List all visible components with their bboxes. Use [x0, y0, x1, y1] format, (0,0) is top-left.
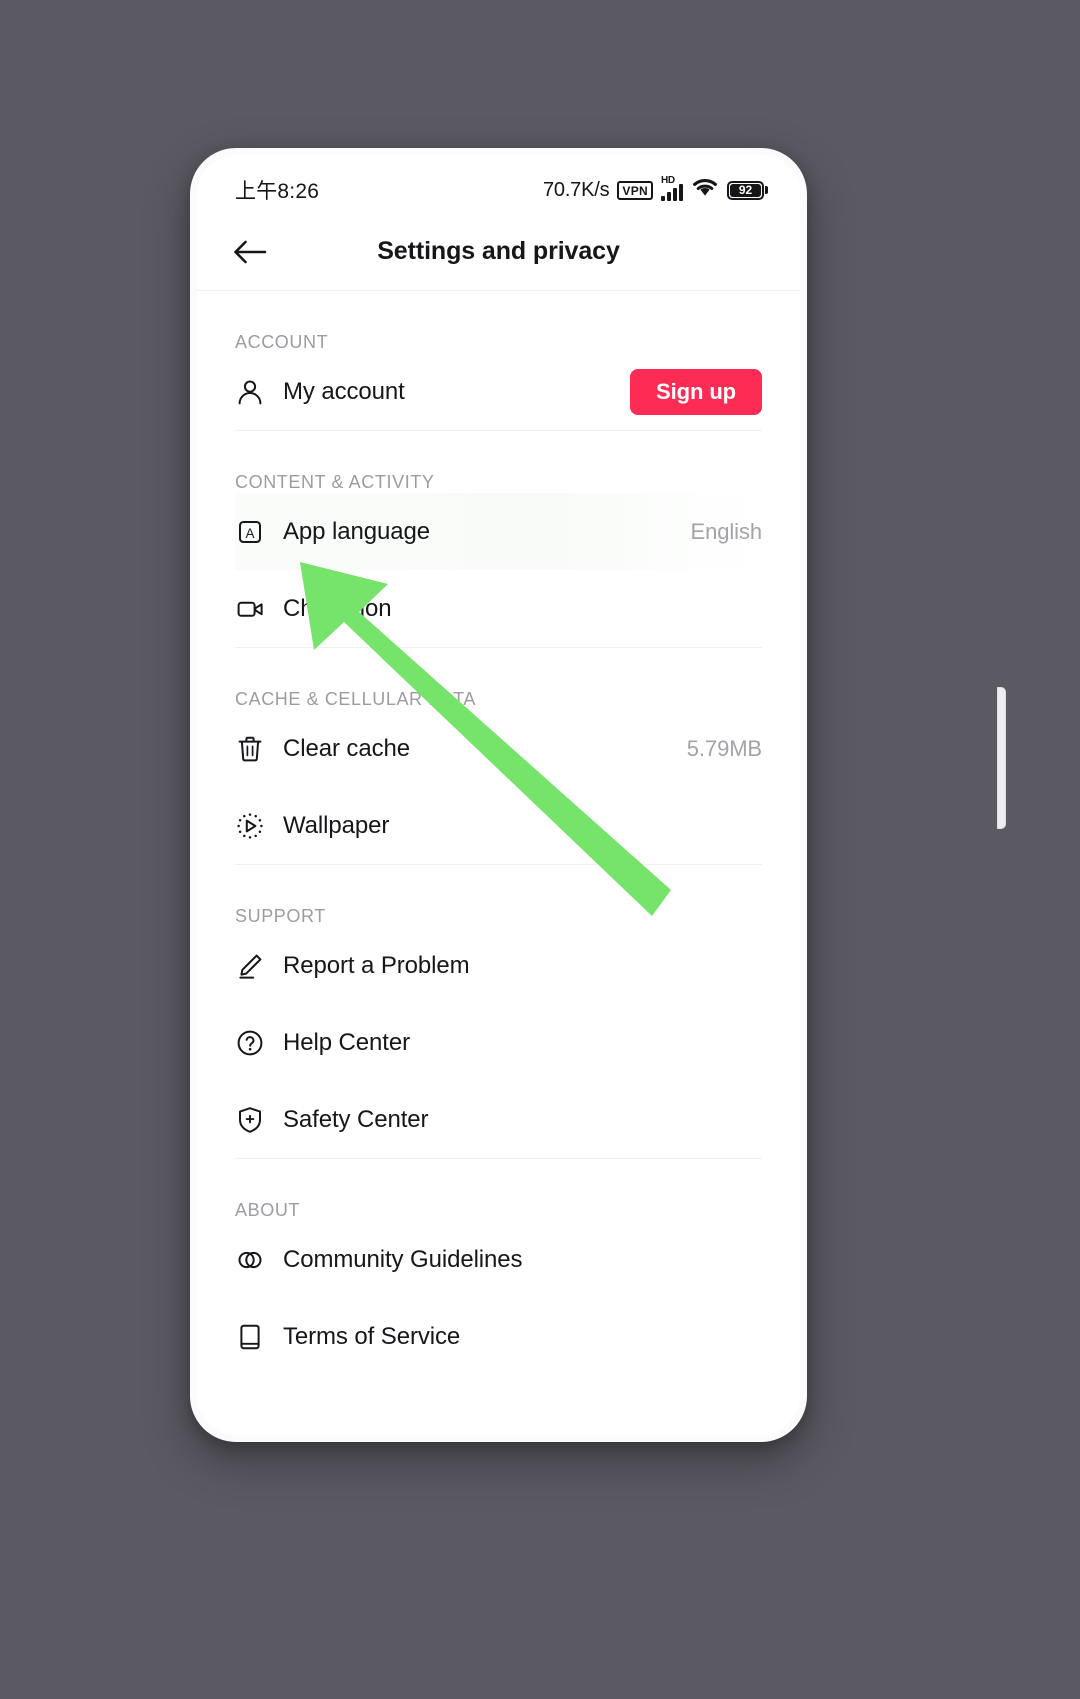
trash-icon — [235, 734, 281, 764]
signal-bar-1 — [661, 196, 665, 201]
row-terms-of-service[interactable]: Terms of Service — [235, 1298, 762, 1375]
status-bar: 上午8:26 70.7K/s VPN HD 92 — [197, 155, 800, 213]
row-help-center[interactable]: Help Center — [235, 1004, 762, 1081]
row-label-change-video-region: Chan gion — [283, 594, 392, 622]
row-value-clear-cache: 5.79MB — [686, 735, 762, 761]
person-icon — [235, 377, 281, 407]
section-header-cache-cellular: CACHE & CELLULAR DATA — [235, 689, 476, 709]
hd-icon: HD — [661, 175, 675, 186]
row-report-a-problem[interactable]: Report a Problem — [235, 927, 762, 1004]
video-camera-icon — [235, 594, 281, 624]
row-label-clear-cache: Clear cache — [283, 734, 410, 762]
sign-up-button[interactable]: Sign up — [630, 368, 762, 415]
two-circles-icon — [235, 1245, 281, 1275]
signal-bar-4 — [679, 184, 683, 201]
section-content-activity: CONTENT & ACTIVITY A App language Englis… — [197, 431, 800, 647]
row-label-safety-center: Safety Center — [283, 1105, 429, 1133]
row-value-app-language: English — [690, 518, 763, 544]
phone-device: 上午8:26 70.7K/s VPN HD 92 Settings and pr… — [190, 148, 1006, 1442]
arrow-left-icon — [234, 240, 267, 263]
network-speed-text: 70.7K/s — [542, 178, 610, 201]
page-title: Settings and privacy — [377, 237, 620, 265]
section-header-account: ACCOUNT — [235, 332, 329, 352]
settings-list: ACCOUNT My account Sign up CONTENT & ACT… — [197, 291, 800, 1375]
row-label-wallpaper: Wallpaper — [283, 811, 390, 839]
row-label-terms-of-service: Terms of Service — [283, 1322, 461, 1350]
vpn-icon: VPN — [617, 180, 653, 200]
question-circle-icon — [235, 1028, 281, 1058]
svg-text:A: A — [245, 526, 254, 541]
battery-cap — [765, 186, 768, 194]
row-clear-cache[interactable]: Clear cache 5.79MB — [235, 710, 762, 787]
row-wallpaper[interactable]: Wallpaper — [235, 787, 762, 864]
power-button[interactable] — [997, 687, 1006, 829]
signal-bar-3 — [673, 188, 677, 201]
section-header-support: SUPPORT — [235, 906, 326, 926]
row-app-language[interactable]: A App language English — [235, 493, 762, 570]
wifi-icon — [691, 177, 719, 204]
signal-bar-2 — [667, 192, 671, 201]
status-time: 上午8:26 — [235, 180, 320, 203]
row-label-my-account: My account — [283, 377, 405, 405]
status-indicators: 70.7K/s VPN HD 92 — [542, 175, 768, 204]
battery-level-text: 92 — [738, 183, 753, 197]
row-label-report-a-problem: Report a Problem — [283, 951, 470, 979]
letter-a-box-icon: A — [235, 517, 281, 547]
back-button[interactable] — [223, 225, 277, 279]
section-header-content-activity: CONTENT & ACTIVITY — [235, 472, 435, 492]
battery-icon: 92 — [727, 180, 768, 200]
book-icon — [235, 1322, 281, 1352]
section-about: ABOUT Community Guidelines Terms of Serv… — [197, 1159, 800, 1375]
row-safety-center[interactable]: Safety Center — [235, 1081, 762, 1158]
row-community-guidelines[interactable]: Community Guidelines — [235, 1221, 762, 1298]
section-support: SUPPORT Report a Problem Help Center Saf… — [197, 865, 800, 1158]
cellular-signal-icon: HD — [661, 175, 683, 201]
row-label-community-guidelines: Community Guidelines — [283, 1245, 523, 1273]
pencil-icon — [235, 951, 281, 981]
shield-plus-icon — [235, 1105, 281, 1135]
row-my-account[interactable]: My account Sign up — [235, 353, 762, 430]
phone-screen: 上午8:26 70.7K/s VPN HD 92 Settings and pr… — [197, 155, 800, 1435]
nav-bar: Settings and privacy — [197, 213, 800, 291]
section-account: ACCOUNT My account Sign up — [197, 291, 800, 430]
row-label-app-language: App language — [283, 517, 430, 545]
section-header-about: ABOUT — [235, 1200, 301, 1220]
section-cache-cellular: CACHE & CELLULAR DATA Clear cache 5.79MB — [197, 648, 800, 864]
row-label-help-center: Help Center — [283, 1028, 410, 1056]
row-change-video-region[interactable]: Chan gion — [235, 570, 762, 647]
wallpaper-play-icon — [235, 811, 281, 841]
